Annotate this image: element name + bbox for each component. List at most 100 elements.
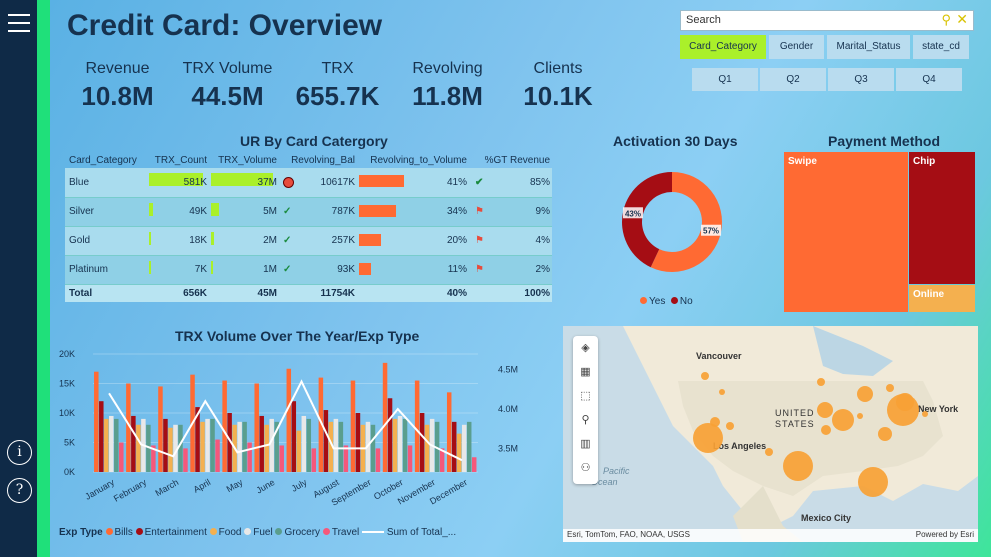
legend-item[interactable]: Bills (105, 527, 133, 538)
bar-grocery[interactable] (242, 421, 247, 472)
bar-entertainment[interactable] (99, 401, 104, 472)
trx-volume-chart[interactable]: 20K 15K 10K 5K 0K 4.5M 4.0M 3.5M JanuaryFebruary… (50, 340, 550, 530)
legend-item[interactable]: Food (207, 527, 241, 538)
bar-bills[interactable] (382, 362, 388, 472)
person-icon[interactable]: ⚇ (573, 456, 598, 480)
qr-icon[interactable]: ▦ (573, 360, 598, 384)
select-box-icon[interactable]: ⬚ (573, 384, 598, 408)
bar-entertainment[interactable] (163, 418, 168, 472)
table-row[interactable]: Blue 581K 37M 10617K 41% ✔ 85% (65, 168, 552, 198)
search-icon[interactable]: ⚲ (941, 12, 951, 28)
legend-item[interactable]: Travel (320, 527, 359, 538)
col-header[interactable]: Revolving_to_Volume (357, 152, 469, 168)
hamburger-icon[interactable] (8, 14, 30, 34)
slicer-card-category[interactable]: Card_Category (680, 35, 766, 59)
slicer-marital-status[interactable]: Marital_Status (827, 35, 910, 59)
bar-entertainment[interactable] (451, 421, 457, 472)
bar-bills[interactable] (94, 371, 99, 472)
bar-food[interactable] (200, 421, 205, 472)
bar-food[interactable] (168, 427, 173, 472)
col-header[interactable]: Revolving_Bal (279, 152, 357, 168)
bar-grocery[interactable] (370, 424, 376, 472)
bar-bills[interactable] (286, 368, 292, 472)
bar-travel[interactable] (407, 445, 413, 472)
bar-fuel[interactable] (397, 415, 403, 472)
bar-travel[interactable] (215, 439, 220, 472)
col-header[interactable]: TRX_Count (147, 152, 209, 168)
bar-food[interactable] (264, 424, 269, 472)
treemap-chip[interactable]: Chip (909, 152, 975, 284)
chart-icon[interactable]: ▥ (573, 432, 598, 456)
search-map-icon[interactable]: ⚲ (573, 408, 598, 432)
bar-food[interactable] (424, 424, 430, 472)
bar-food[interactable] (456, 433, 462, 472)
bar-food[interactable] (392, 418, 398, 472)
bar-fuel[interactable] (109, 415, 114, 472)
bar-entertainment[interactable] (291, 401, 297, 472)
bar-grocery[interactable] (338, 421, 344, 472)
quarter-q2[interactable]: Q2 (760, 68, 826, 91)
bar-bills[interactable] (414, 380, 420, 472)
quarter-q3[interactable]: Q3 (828, 68, 894, 91)
bar-food[interactable] (296, 430, 302, 472)
bar-travel[interactable] (119, 442, 124, 473)
bar-travel[interactable] (375, 448, 381, 472)
bar-travel[interactable] (247, 442, 252, 473)
bar-food[interactable] (136, 424, 141, 472)
bar-bills[interactable] (254, 383, 259, 473)
legend-line-item[interactable]: Sum of Total_... (359, 527, 456, 538)
bar-entertainment[interactable] (131, 415, 136, 472)
table-row[interactable]: Platinum 7K 1M ✓ 93K 11% ⚑ 2% (65, 255, 552, 285)
bar-grocery[interactable] (306, 418, 312, 472)
quarter-q4[interactable]: Q4 (896, 68, 962, 91)
bar-entertainment[interactable] (355, 413, 361, 472)
treemap-online[interactable]: Online (909, 285, 975, 312)
bar-bills[interactable] (446, 392, 452, 472)
table-row[interactable]: Gold 18K 2M ✓ 257K 20% ⚑ 4% (65, 226, 552, 256)
powered-by[interactable]: Powered by Esri (916, 530, 974, 539)
clear-icon[interactable]: ✕ (956, 11, 968, 28)
bar-entertainment[interactable] (387, 398, 393, 472)
bar-travel[interactable] (311, 448, 317, 472)
layers-icon[interactable]: ◈ (573, 336, 598, 360)
col-header[interactable]: TRX_Volume (209, 152, 279, 168)
col-header[interactable]: Card_Category (65, 152, 147, 168)
bar-grocery[interactable] (402, 418, 408, 472)
bar-bills[interactable] (222, 380, 227, 472)
bar-entertainment[interactable] (259, 415, 264, 472)
legend-item[interactable]: Grocery (273, 527, 320, 538)
search-input[interactable]: Search ⚲ ✕ (680, 10, 974, 31)
bar-travel[interactable] (183, 448, 188, 472)
bar-entertainment[interactable] (323, 410, 329, 472)
table-row[interactable]: Silver 49K 5M ✓ 787K 34% ⚑ 9% (65, 197, 552, 227)
bar-travel[interactable] (343, 445, 349, 472)
quarter-q1[interactable]: Q1 (692, 68, 758, 91)
cell-gt-text: 4% (535, 235, 550, 246)
bar-fuel[interactable] (461, 424, 467, 472)
info-icon[interactable]: i (7, 440, 32, 465)
slicer-gender[interactable]: Gender (769, 35, 824, 59)
bar-bills[interactable] (158, 386, 163, 472)
bar-grocery[interactable] (466, 421, 472, 472)
bar-fuel[interactable] (333, 418, 339, 472)
bar-grocery[interactable] (114, 418, 119, 472)
bar-entertainment[interactable] (419, 413, 425, 472)
col-header[interactable]: %GT Revenue (469, 152, 552, 168)
treemap-swipe[interactable]: Swipe (784, 152, 908, 312)
bar-food[interactable] (104, 418, 109, 472)
bar-travel[interactable] (279, 445, 284, 472)
bar-travel[interactable] (471, 457, 477, 472)
activation-donut[interactable]: 57% 43% (610, 160, 734, 284)
help-icon[interactable]: ? (7, 478, 32, 503)
bar-fuel[interactable] (269, 418, 274, 472)
bar-grocery[interactable] (210, 418, 215, 472)
legend-item[interactable]: Entertainment (133, 527, 207, 538)
legend-item[interactable]: Fuel (241, 527, 273, 538)
bar-bills[interactable] (350, 380, 356, 472)
bar-fuel[interactable] (237, 421, 242, 472)
bar-fuel[interactable] (301, 415, 307, 472)
legend-title: Exp Type (59, 527, 103, 538)
slicer-state-cd[interactable]: state_cd (913, 35, 969, 59)
bar-fuel[interactable] (205, 418, 210, 472)
client-map[interactable]: Vancouver UNITED STATES Los Angeles New … (563, 326, 978, 542)
